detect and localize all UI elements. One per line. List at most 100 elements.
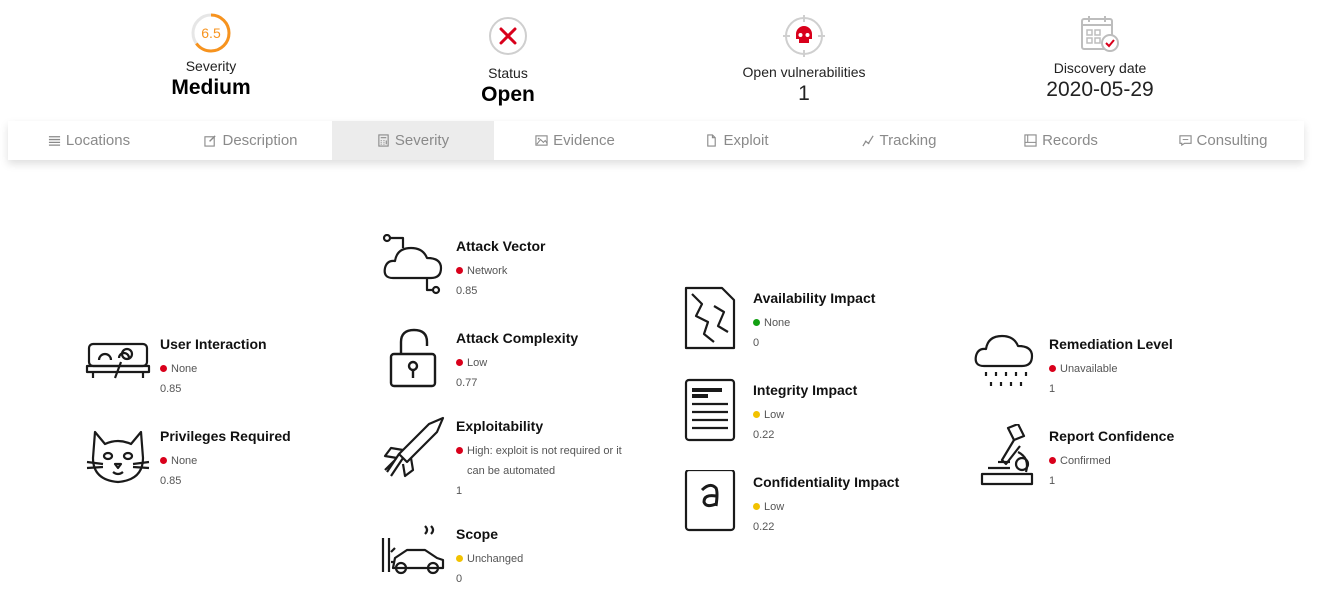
metric-score: 0.77: [456, 377, 478, 389]
tab-label: Consulting: [1196, 132, 1268, 149]
tab-label: Records: [1042, 132, 1098, 149]
open-vulnerabilities-label: Open vulnerabilities: [742, 64, 866, 80]
comment-icon: [1178, 135, 1192, 147]
metric-level: None: [160, 451, 291, 471]
metric-title: Integrity Impact: [753, 382, 858, 398]
document-icon: [684, 378, 736, 442]
status-label: Status: [488, 65, 528, 81]
metric-score: 0.85: [456, 285, 478, 297]
tab-locations[interactable]: Locations: [8, 121, 170, 160]
metric-report-confidence: Report Confidence Confirmed 1: [974, 424, 1174, 491]
metric-level: None: [753, 313, 875, 333]
metric-score: 0: [753, 337, 760, 349]
status-dot: [160, 457, 167, 464]
metric-title: User Interaction: [160, 336, 267, 352]
metric-title: Attack Vector: [456, 238, 546, 254]
metric-title: Availability Impact: [753, 290, 876, 306]
tab-label: Evidence: [553, 132, 615, 149]
tab-label: Description: [222, 132, 298, 149]
tab-bar: Locations Description Severity Evidence …: [8, 121, 1304, 160]
tab-label: Exploit: [723, 132, 769, 149]
metric-level: Low: [753, 497, 899, 517]
padlock-icon: [389, 328, 437, 388]
metric-title: Exploitability: [456, 418, 544, 434]
sofa-icon: [85, 342, 151, 379]
severity-label: Severity: [185, 58, 237, 74]
status-dot: [753, 411, 760, 418]
calculator-icon: [378, 134, 389, 147]
metric-level: Unchanged: [456, 549, 523, 569]
discovery-date-value: 2020-05-29: [1046, 78, 1154, 101]
status-value: Open: [481, 83, 535, 106]
microscope-icon: [980, 424, 1034, 486]
metric-score: 0.85: [160, 475, 182, 487]
metric-level: Confirmed: [1049, 451, 1174, 471]
tab-label: Severity: [394, 132, 450, 149]
metric-scope: Scope Unchanged 0: [381, 522, 523, 589]
severity-indicator: 6.5 Severity Medium: [151, 12, 271, 100]
metric-score: 0.22: [753, 429, 775, 441]
metric-availability-impact: Availability Impact None 0: [678, 286, 875, 353]
tab-label: Locations: [65, 132, 131, 149]
status-dot: [456, 267, 463, 274]
metric-score: 1: [1049, 383, 1056, 395]
rocket-icon: [383, 416, 445, 478]
tab-severity[interactable]: Severity: [332, 121, 494, 160]
close-icon: [489, 17, 527, 55]
discovery-date-indicator: Discovery date 2020-05-29: [1030, 14, 1170, 102]
status-dot: [1049, 457, 1056, 464]
metric-level: Unavailable: [1049, 359, 1173, 379]
tab-tracking[interactable]: Tracking: [818, 121, 980, 160]
metric-level: None: [160, 359, 267, 379]
metric-remediation-level: Remediation Level Unavailable 1: [974, 332, 1173, 399]
line-chart-icon: [861, 135, 874, 147]
status-dot: [753, 503, 760, 510]
metric-level: Low: [456, 353, 578, 373]
svg-text:6.5: 6.5: [201, 25, 221, 41]
skull-target-icon: [783, 15, 825, 57]
metric-level: High: exploit is not required or it can …: [456, 441, 636, 481]
status-dot: [456, 447, 463, 454]
severity-value: Medium: [171, 76, 251, 99]
tab-consulting[interactable]: Consulting: [1142, 121, 1304, 160]
metric-title: Privileges Required: [160, 428, 291, 444]
calendar-check-icon: [1081, 16, 1119, 52]
metric-score: 1: [456, 485, 463, 497]
tab-description[interactable]: Description: [170, 121, 332, 160]
metric-title: Remediation Level: [1049, 336, 1173, 352]
metric-user-interaction: User Interaction None 0.85: [85, 332, 267, 399]
metric-score: 0.85: [160, 383, 182, 395]
open-vulnerabilities-indicator: Open vulnerabilities 1: [724, 14, 884, 106]
status-dot: [160, 365, 167, 372]
metric-attack-complexity: Attack Complexity Low 0.77: [381, 326, 578, 393]
status-indicator: Status Open: [448, 16, 568, 107]
list-icon: [48, 136, 60, 146]
metric-title: Attack Complexity: [456, 330, 579, 346]
metric-score: 0: [456, 573, 463, 585]
metric-integrity-impact: Integrity Impact Low 0.22: [678, 378, 857, 445]
tab-records[interactable]: Records: [980, 121, 1142, 160]
broken-page-icon: [684, 286, 736, 350]
metric-level: Network: [456, 261, 545, 281]
tab-label: Tracking: [879, 132, 937, 149]
car-crash-icon: [381, 525, 445, 575]
cloud-network-icon: [382, 234, 443, 295]
metric-confidentiality-impact: Confidentiality Impact Low 0.22: [678, 470, 899, 537]
metric-score: 1: [1049, 475, 1056, 487]
status-dot: [1049, 365, 1056, 372]
image-icon: [535, 135, 548, 146]
discovery-date-label: Discovery date: [1053, 60, 1147, 76]
severity-gauge-icon: 6.5: [191, 13, 231, 53]
metric-attack-vector: Attack Vector Network 0.85: [381, 234, 545, 301]
metric-title: Scope: [456, 526, 499, 542]
cat-icon: [86, 430, 150, 484]
tab-exploit[interactable]: Exploit: [656, 121, 818, 160]
metric-title: Confidentiality Impact: [753, 474, 900, 490]
status-dot: [753, 319, 760, 326]
tab-evidence[interactable]: Evidence: [494, 121, 656, 160]
table-icon: [1024, 134, 1037, 147]
rain-cloud-icon: [974, 334, 1034, 386]
metric-exploitability: Exploitability High: exploit is not requ…: [381, 414, 636, 501]
metric-score: 0.22: [753, 521, 775, 533]
metric-level: Low: [753, 405, 857, 425]
